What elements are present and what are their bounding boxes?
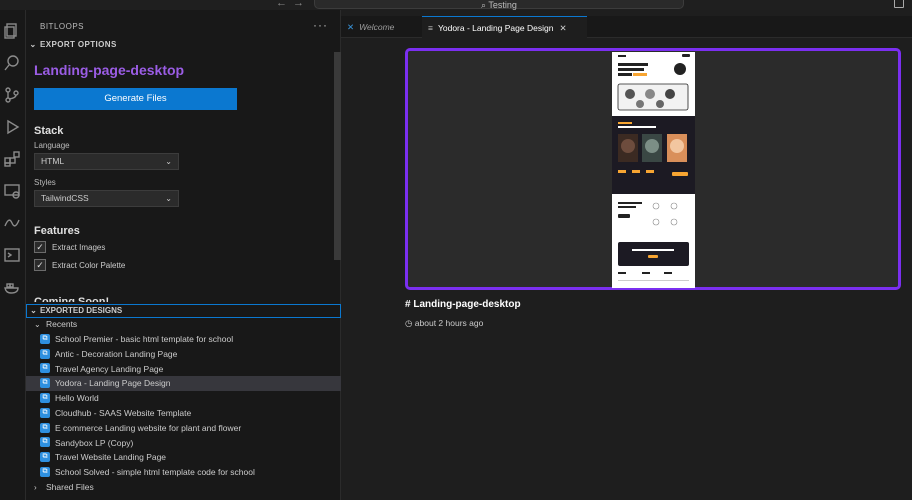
recents-label: Recents [46,319,78,329]
design-item-label: School Solved - simple html template cod… [55,467,255,478]
layout-toggle-icon[interactable] [894,0,904,8]
features-heading: Features [34,225,80,237]
coming-soon-heading: Coming Soon! [34,296,110,302]
run-debug-icon[interactable] [3,118,21,136]
design-preview[interactable] [405,48,901,290]
more-actions-icon[interactable]: ··· [313,18,328,32]
design-item-label: Antic - Decoration Landing Page [55,348,178,359]
timestamp: ◷ about 2 hours ago [405,318,483,329]
chevron-down-icon: ⌄ [30,306,37,315]
preview-file-icon: ≡ [428,23,433,33]
export-options-label: EXPORT OPTIONS [40,40,117,49]
exported-designs-header[interactable]: ⌄ EXPORTED DESIGNS [26,304,341,318]
search-icon[interactable] [3,54,21,72]
design-file-icon: ⧉ [40,363,50,374]
docker-icon[interactable] [3,278,21,296]
design-item[interactable]: ⧉ Yodora - Landing Page Design [26,376,341,392]
nav-arrows-icon[interactable]: ←→ [276,0,310,9]
landing-page-thumbnail [612,52,695,288]
tab-yodora[interactable]: ≡ Yodora - Landing Page Design ✕ [422,16,587,38]
feature-label: Extract Color Palette [52,261,126,270]
design-item[interactable]: ⧉ Sandybox LP (Copy) [26,436,341,451]
recents-folder[interactable]: ⌄ Recents [26,317,341,332]
shared-files-folder[interactable]: › Shared Files [26,480,341,495]
design-file-icon: ⧉ [40,407,50,418]
tab-label: Yodora - Landing Page Design [437,23,554,33]
styles-select[interactable]: TailwindCSS ⌄ [34,190,179,207]
activity-bar [0,10,26,500]
design-file-icon: ⧉ [40,437,50,448]
design-item[interactable]: ⧉ Travel Agency Landing Page [26,362,341,377]
tab-label: Welcome [359,22,395,32]
design-item-label: Hello World [55,393,99,404]
editor-area: ✕ Welcome ≡ Yodora - Landing Page Design ✕ [341,10,912,500]
chevron-down-icon: ⌄ [165,194,172,203]
design-file-icon: ⧉ [40,392,50,403]
exported-designs-label: EXPORTED DESIGNS [40,306,123,315]
remote-explorer-icon[interactable] [3,182,21,200]
chevron-down-icon: ⌄ [34,320,41,329]
tab-welcome[interactable]: ✕ Welcome [341,16,419,38]
chevron-right-icon: › [34,483,37,492]
design-item[interactable]: ⧉ School Solved - simple html template co… [26,465,341,480]
design-file-icon: ⧉ [40,466,50,477]
language-value: HTML [41,156,65,166]
source-control-icon[interactable] [3,86,21,104]
project-title: Landing-page-desktop [34,62,185,78]
stack-heading: Stack [34,125,64,137]
design-item-label: Cloudhub - SAAS Website Template [55,408,192,418]
timestamp-text: about 2 hours ago [414,318,484,328]
vscode-icon: ✕ [347,22,355,32]
shared-files-label: Shared Files [46,482,94,492]
command-center-label: Testing [488,0,517,10]
tab-bar: ✕ Welcome ≡ Yodora - Landing Page Design ✕ [341,16,912,38]
sidebar-scrollbar[interactable] [334,52,341,260]
design-item[interactable]: ⧉ Hello World [26,391,341,406]
checkbox-checked-icon[interactable]: ✓ [34,240,46,253]
design-file-icon: ⧉ [40,378,50,389]
title-bar: ←→ ⌕ Testing [0,0,912,10]
design-item[interactable]: ⧉ School Premier - basic html template fo… [26,332,341,347]
feature-extract-images[interactable]: ✓ Extract Images [34,240,106,255]
design-item[interactable]: ⧉ Travel Website Landing Page [26,450,341,465]
design-file-icon: ⧉ [40,452,50,463]
terminal-icon[interactable] [3,246,21,264]
generate-files-button[interactable]: Generate Files [34,88,237,110]
export-options-header[interactable]: ⌄ EXPORT OPTIONS [26,40,341,54]
explorer-icon[interactable] [3,22,21,40]
design-item-label: Yodora - Landing Page Design [55,378,171,389]
feature-label: Extract Images [52,243,106,252]
page-name: # Landing-page-desktop [405,299,521,310]
checkbox-checked-icon[interactable]: ✓ [34,258,46,271]
styles-label: Styles [34,178,56,187]
design-file-icon: ⧉ [40,333,50,344]
extensions-icon[interactable] [3,150,21,168]
bitloops-icon[interactable] [3,214,21,232]
design-item-label: Sandybox LP (Copy) [55,437,134,448]
language-select[interactable]: HTML ⌄ [34,153,179,170]
design-item-label: E commerce Landing website for plant and… [55,422,242,433]
clock-icon: ◷ [405,318,413,328]
chevron-down-icon: ⌄ [29,40,37,49]
design-file-icon: ⧉ [40,422,50,433]
sidebar: BITLOOPS ··· ⌄ EXPORT OPTIONS Landing-pag… [26,10,341,500]
feature-extract-color-palette[interactable]: ✓ Extract Color Palette [34,258,126,273]
language-label: Language [34,141,70,150]
close-icon[interactable]: ✕ [559,23,566,33]
design-item-label: Travel Website Landing Page [55,452,167,463]
design-item-label: School Premier - basic html template for… [55,334,234,344]
design-item-label: Travel Agency Landing Page [55,363,164,374]
design-file-icon: ⧉ [40,348,50,359]
design-item[interactable]: ⧉ Cloudhub - SAAS Website Template [26,406,341,421]
command-center[interactable]: ⌕ Testing [314,0,684,10]
design-item[interactable]: ⧉ E commerce Landing website for plant an… [26,421,341,436]
design-item[interactable]: ⧉ Antic - Decoration Landing Page [26,347,341,362]
sidebar-title: BITLOOPS [40,22,85,31]
chevron-down-icon: ⌄ [165,157,172,166]
styles-value: TailwindCSS [41,193,89,203]
